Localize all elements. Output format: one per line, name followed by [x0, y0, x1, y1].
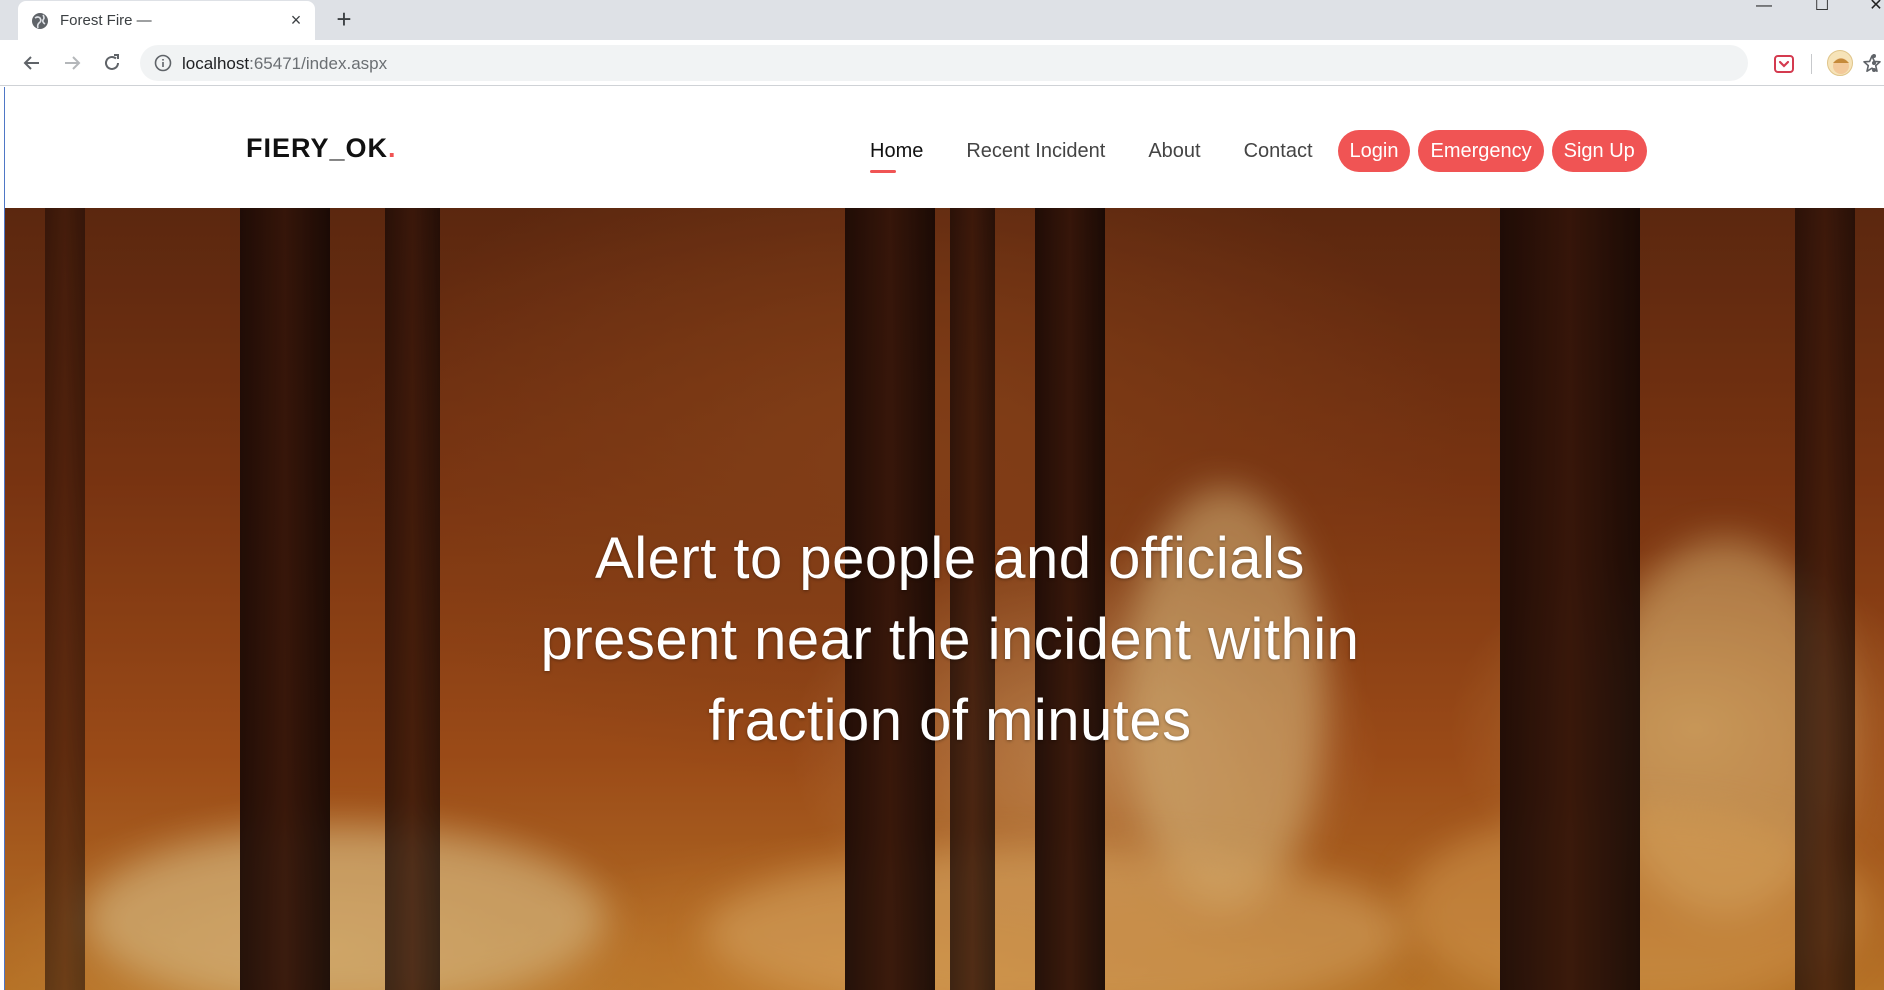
nav-recent-incident-link[interactable]: Recent Incident: [966, 140, 1105, 163]
sign-up-button[interactable]: Sign Up: [1551, 130, 1647, 172]
arrow-right-icon: [65, 56, 81, 70]
hero-headline: Alert to people and officials present ne…: [385, 518, 1515, 761]
hero-section: Alert to people and officials present ne…: [5, 208, 1884, 990]
browser-tab-strip: Forest Fire — × + — ☐ ✕: [0, 0, 1884, 40]
forward-button[interactable]: [58, 49, 86, 77]
globe-icon: [32, 13, 48, 29]
emergency-button[interactable]: Emergency: [1418, 130, 1544, 172]
profile-avatar-icon[interactable]: [1827, 50, 1853, 76]
reload-button[interactable]: [98, 49, 126, 77]
address-bar[interactable]: localhost:65471/index.aspx: [140, 45, 1881, 81]
window-close-button[interactable]: ✕: [1856, 0, 1884, 16]
arrow-left-icon: [23, 56, 39, 70]
url-text[interactable]: localhost:65471/index.aspx: [182, 54, 387, 74]
browser-menu-icon[interactable]: [1872, 52, 1880, 74]
nav-about-link[interactable]: About: [1148, 140, 1200, 163]
nav-home-link[interactable]: Home: [870, 140, 923, 173]
window-minimize-button[interactable]: —: [1744, 0, 1784, 16]
url-host: localhost: [182, 54, 250, 73]
url-path: :65471/index.aspx: [249, 54, 388, 73]
site-logo-dot: .: [388, 133, 397, 163]
hero-line-3: fraction of minutes: [708, 688, 1192, 753]
tab-title: Forest Fire —: [60, 12, 152, 29]
window-maximize-button[interactable]: ☐: [1802, 0, 1842, 16]
info-icon[interactable]: [154, 54, 172, 72]
browser-toolbar: localhost:65471/index.aspx: [0, 40, 1884, 86]
pocket-extension-icon[interactable]: [1773, 53, 1795, 75]
reload-icon: [105, 54, 119, 70]
browser-tab[interactable]: Forest Fire — ×: [18, 1, 315, 40]
site-menu: Home Recent Incident About Contact Login…: [870, 128, 1655, 174]
web-page: FIERY_OK. Home Recent Incident About Con…: [5, 87, 1884, 990]
login-button[interactable]: Login: [1337, 130, 1411, 172]
site-logo[interactable]: FIERY_OK.: [246, 133, 397, 164]
toolbar-separator: [1811, 54, 1812, 74]
new-tab-button[interactable]: +: [330, 6, 358, 34]
tab-close-icon[interactable]: ×: [284, 8, 308, 32]
hero-line-1: Alert to people and officials: [595, 526, 1305, 591]
avatar-face-icon: [1833, 58, 1849, 74]
hero-line-2: present near the incident within: [540, 607, 1360, 672]
back-button[interactable]: [18, 49, 46, 77]
nav-contact-link[interactable]: Contact: [1244, 140, 1313, 163]
site-navbar: FIERY_OK. Home Recent Incident About Con…: [5, 87, 1884, 208]
site-logo-text: FIERY_OK: [246, 133, 389, 163]
